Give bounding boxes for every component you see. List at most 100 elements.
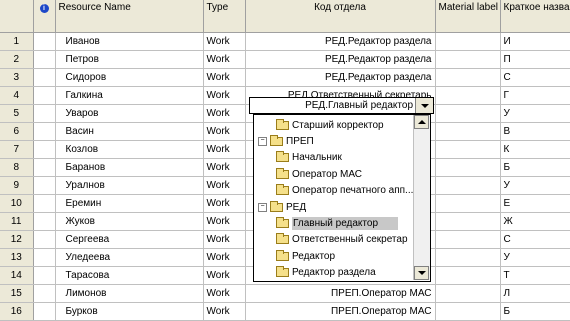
material-label-cell[interactable]	[435, 50, 501, 69]
row-number[interactable]: 8	[0, 158, 34, 177]
dept-column-header[interactable]: Код отдела	[245, 0, 436, 33]
indicator-cell[interactable]	[33, 140, 56, 159]
material-label-cell[interactable]	[435, 284, 501, 303]
resource-name-cell[interactable]: Сидоров	[55, 68, 204, 87]
short-name-cell[interactable]: Е	[500, 194, 570, 213]
scroll-up-button[interactable]	[414, 115, 429, 129]
short-name-cell[interactable]: Б	[500, 158, 570, 177]
table-row[interactable]: 15 Лимонов Work ПРЕП.Оператор МАС Л	[0, 284, 570, 303]
resource-name-cell[interactable]: Жуков	[55, 212, 204, 231]
material-label-cell[interactable]	[435, 176, 501, 195]
material-label-cell[interactable]	[435, 122, 501, 141]
row-number[interactable]: 13	[0, 248, 34, 267]
resource-name-cell[interactable]: Уваров	[55, 104, 204, 123]
tree-scrollbar[interactable]	[413, 115, 430, 280]
resource-name-cell[interactable]: Сергеева	[55, 230, 204, 249]
dept-cell[interactable]: РЕД.Редактор раздела	[245, 68, 436, 87]
row-number[interactable]: 14	[0, 266, 34, 285]
row-number[interactable]: 6	[0, 122, 34, 141]
indicator-cell[interactable]	[33, 86, 56, 105]
short-name-cell[interactable]: К	[500, 140, 570, 159]
tree-item[interactable]: Редактор раздела	[276, 265, 376, 281]
dept-tree-list[interactable]: Старший корректор − ПРЕП Начальник Оператор …	[253, 114, 431, 282]
row-number[interactable]: 9	[0, 176, 34, 195]
tree-item[interactable]: − РЕД	[258, 199, 306, 215]
material-label-cell[interactable]	[435, 248, 501, 267]
type-cell[interactable]: Work	[203, 230, 246, 249]
indicator-cell[interactable]	[33, 50, 56, 69]
material-label-cell[interactable]	[435, 68, 501, 87]
short-name-cell[interactable]: Ж	[500, 212, 570, 231]
type-cell[interactable]: Work	[203, 68, 246, 87]
type-cell[interactable]: Work	[203, 158, 246, 177]
select-all-corner[interactable]	[0, 0, 34, 33]
row-number[interactable]: 15	[0, 284, 34, 303]
indicator-cell[interactable]	[33, 104, 56, 123]
row-number[interactable]: 7	[0, 140, 34, 159]
resource-name-cell[interactable]: Баранов	[55, 158, 204, 177]
table-row[interactable]: 1 Иванов Work РЕД.Редактор раздела И	[0, 32, 570, 51]
short-name-cell[interactable]: С	[500, 68, 570, 87]
dept-cell[interactable]: РЕД.Редактор раздела	[245, 32, 436, 51]
dropdown-toggle-button[interactable]	[415, 98, 433, 113]
type-cell[interactable]: Work	[203, 50, 246, 69]
indicator-cell[interactable]	[33, 302, 56, 321]
type-cell[interactable]: Work	[203, 194, 246, 213]
material-label-cell[interactable]	[435, 32, 501, 51]
resource-name-cell[interactable]: Козлов	[55, 140, 204, 159]
resource-name-column-header[interactable]: Resource Name	[55, 0, 204, 33]
indicator-cell[interactable]	[33, 176, 56, 195]
type-cell[interactable]: Work	[203, 122, 246, 141]
short-name-cell[interactable]: У	[500, 176, 570, 195]
indicator-cell[interactable]	[33, 32, 56, 51]
tree-item[interactable]: Старший корректор	[276, 117, 384, 133]
short-name-cell[interactable]: В	[500, 122, 570, 141]
type-cell[interactable]: Work	[203, 302, 246, 321]
row-number[interactable]: 10	[0, 194, 34, 213]
type-cell[interactable]: Work	[203, 140, 246, 159]
resource-name-cell[interactable]: Петров	[55, 50, 204, 69]
row-number[interactable]: 3	[0, 68, 34, 87]
resource-name-cell[interactable]: Уралнов	[55, 176, 204, 195]
material-label-cell[interactable]	[435, 104, 501, 123]
row-number[interactable]: 12	[0, 230, 34, 249]
indicator-cell[interactable]	[33, 194, 56, 213]
material-label-cell[interactable]	[435, 212, 501, 231]
table-row[interactable]: 2 Петров Work РЕД.Редактор раздела П	[0, 50, 570, 69]
short-name-cell[interactable]: И	[500, 32, 570, 51]
resource-name-cell[interactable]: Лимонов	[55, 284, 204, 303]
table-row[interactable]: 3 Сидоров Work РЕД.Редактор раздела С	[0, 68, 570, 87]
indicator-cell[interactable]	[33, 284, 56, 303]
resource-name-cell[interactable]: Уледеева	[55, 248, 204, 267]
short-name-cell[interactable]: У	[500, 104, 570, 123]
table-row[interactable]: 16 Бурков Work ПРЕП.Оператор МАС Б	[0, 302, 570, 321]
resource-name-cell[interactable]: Галкина	[55, 86, 204, 105]
short-name-cell[interactable]: Б	[500, 302, 570, 321]
resource-name-cell[interactable]: Бурков	[55, 302, 204, 321]
resource-name-cell[interactable]: Иванов	[55, 32, 204, 51]
indicator-cell[interactable]	[33, 266, 56, 285]
dept-cell[interactable]: ПРЕП.Оператор МАС	[245, 284, 436, 303]
short-name-cell[interactable]: Л	[500, 284, 570, 303]
material-label-cell[interactable]	[435, 302, 501, 321]
resource-name-cell[interactable]: Васин	[55, 122, 204, 141]
tree-item[interactable]: Начальник	[276, 150, 342, 166]
short-name-cell[interactable]: Г	[500, 86, 570, 105]
indicator-cell[interactable]	[33, 248, 56, 267]
row-number[interactable]: 1	[0, 32, 34, 51]
tree-item[interactable]: Ответственный секретар	[276, 232, 408, 248]
indicator-cell[interactable]	[33, 158, 56, 177]
type-cell[interactable]: Work	[203, 176, 246, 195]
short-name-cell[interactable]: У	[500, 248, 570, 267]
type-cell[interactable]: Work	[203, 86, 246, 105]
type-cell[interactable]: Work	[203, 266, 246, 285]
indicator-cell[interactable]	[33, 230, 56, 249]
tree-item[interactable]: Главный редактор	[276, 215, 399, 231]
material-label-cell[interactable]	[435, 266, 501, 285]
material-label-cell[interactable]	[435, 158, 501, 177]
dept-cell[interactable]: ПРЕП.Оператор МАС	[245, 302, 436, 321]
dept-cell[interactable]: РЕД.Редактор раздела	[245, 50, 436, 69]
tree-item[interactable]: Оператор печатного апп...	[276, 183, 413, 199]
row-number[interactable]: 4	[0, 86, 34, 105]
type-cell[interactable]: Work	[203, 104, 246, 123]
